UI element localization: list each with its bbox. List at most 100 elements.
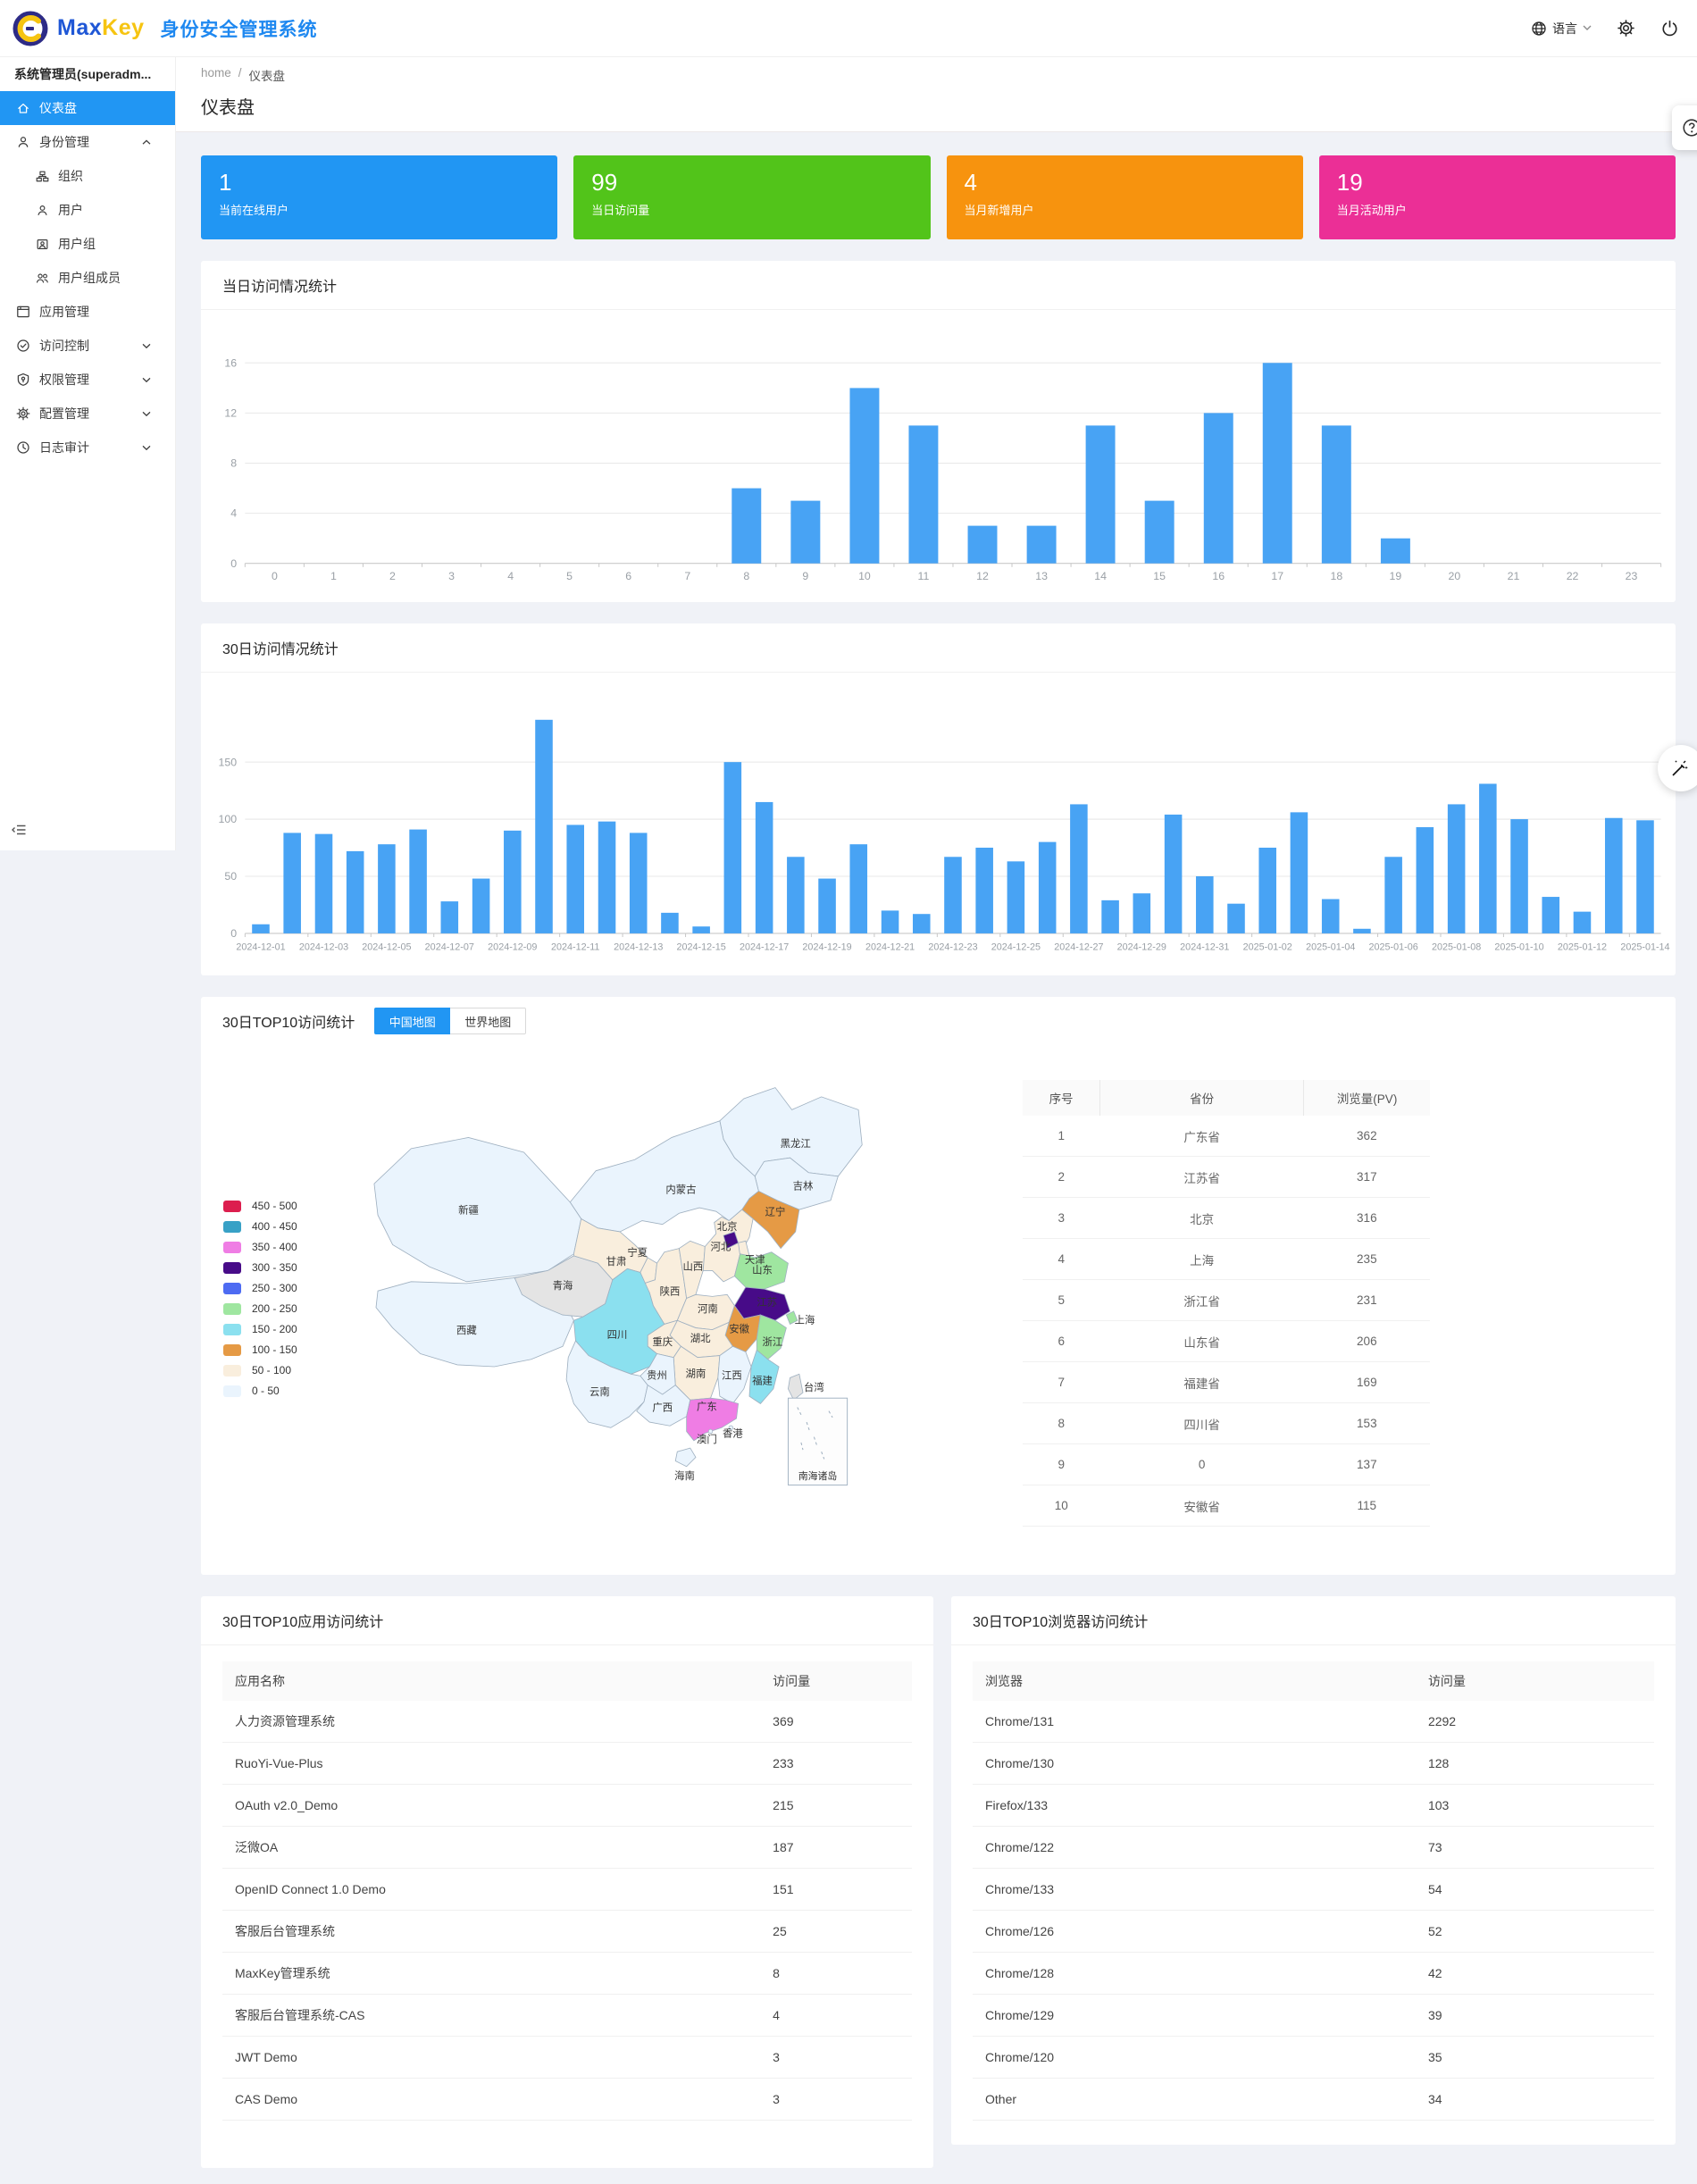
svg-text:2024-12-27: 2024-12-27 — [1054, 941, 1103, 952]
svg-text:江苏: 江苏 — [757, 1297, 777, 1309]
monthly-visits-card: 30日访问情况统计 0501001502024-12-012024-12-032… — [201, 623, 1676, 975]
sidebar-item-label: 仪表盘 — [39, 99, 77, 117]
table-cell: Chrome/126 — [973, 1911, 1416, 1953]
legend-item[interactable]: 100 - 150 — [223, 1340, 297, 1360]
table-row: Chrome/130128 — [973, 1743, 1654, 1785]
svg-text:宁夏: 宁夏 — [627, 1246, 648, 1259]
svg-text:山东: 山东 — [752, 1264, 773, 1276]
sidebar-item-org[interactable]: 组织 — [0, 159, 175, 193]
sidebar-item-users[interactable]: 用户 — [0, 193, 175, 227]
svg-text:2025-01-02: 2025-01-02 — [1243, 941, 1292, 952]
sidebar-item-user-group[interactable]: 用户组 — [0, 227, 175, 261]
table-row: 泛微OA187 — [222, 1827, 912, 1869]
svg-text:陕西: 陕西 — [660, 1284, 681, 1297]
legend-item[interactable]: 450 - 500 — [223, 1196, 297, 1217]
brand-name: MaxKey — [57, 15, 145, 41]
table-row: 6山东省206 — [1023, 1321, 1430, 1362]
svg-text:19: 19 — [1390, 570, 1402, 582]
page-title: 仪表盘 — [201, 93, 1697, 119]
sidebar-menu: 仪表盘身份管理组织用户用户组用户组成员应用管理访问控制权限管理配置管理日志审计 — [0, 91, 175, 464]
table-cell: JWT Demo — [222, 2037, 760, 2079]
tab-world-map[interactable]: 世界地图 — [450, 1008, 526, 1034]
legend-item[interactable]: 300 - 350 — [223, 1258, 297, 1278]
breadcrumb-home[interactable]: home — [201, 66, 231, 84]
settings-icon — [16, 406, 30, 421]
stat-label: 当月活动用户 — [1337, 201, 1658, 218]
legend-item[interactable]: 350 - 400 — [223, 1237, 297, 1258]
page-header: home / 仪表盘 仪表盘 — [176, 57, 1697, 132]
sidebar-item-audit[interactable]: 日志审计 — [0, 431, 175, 464]
table-cell: 8 — [1023, 1403, 1100, 1444]
svg-text:13: 13 — [1035, 570, 1048, 582]
sidebar-item-access[interactable]: 访问控制 — [0, 329, 175, 363]
sidebar-item-group-members[interactable]: 用户组成员 — [0, 261, 175, 295]
svg-text:2024-12-13: 2024-12-13 — [614, 941, 663, 952]
table-cell: 2292 — [1416, 1701, 1654, 1743]
legend-item[interactable]: 50 - 100 — [223, 1360, 297, 1381]
table-row: 7福建省169 — [1023, 1362, 1430, 1403]
table-row: Chrome/12035 — [973, 2037, 1654, 2079]
table-row: Chrome/12273 — [973, 1827, 1654, 1869]
sidebar-item-config[interactable]: 配置管理 — [0, 397, 175, 431]
maxkey-logo-icon — [13, 11, 48, 46]
help-floating-button[interactable] — [1672, 105, 1697, 150]
sidebar-item-label: 访问控制 — [39, 337, 89, 355]
table-cell: 25 — [760, 1911, 912, 1953]
svg-text:2: 2 — [389, 570, 396, 582]
table-cell: 江苏省 — [1100, 1157, 1304, 1198]
legend-item[interactable]: 250 - 300 — [223, 1278, 297, 1299]
table-row: 10安徽省115 — [1023, 1485, 1430, 1527]
table-cell: 169 — [1304, 1362, 1430, 1403]
screenshot-tool-button[interactable] — [1658, 745, 1697, 791]
legend-item[interactable]: 400 - 450 — [223, 1217, 297, 1237]
table-cell: 人力资源管理系统 — [222, 1701, 760, 1743]
table-cell: 1 — [1023, 1116, 1100, 1157]
logout-button[interactable] — [1660, 19, 1679, 38]
svg-text:20: 20 — [1449, 570, 1461, 582]
language-switcher[interactable]: 语言 — [1531, 20, 1592, 38]
table-cell: 206 — [1304, 1321, 1430, 1362]
china-map: 南海诸岛黑龙江吉林辽宁内蒙古新疆西藏青海甘肃宁夏陕西山西河北北京天津山东河南江苏… — [357, 1073, 875, 1504]
table-cell: 42 — [1416, 1953, 1654, 1995]
legend-item[interactable]: 200 - 250 — [223, 1299, 297, 1319]
svg-text:0: 0 — [272, 570, 278, 582]
svg-text:8: 8 — [230, 457, 237, 470]
sidebar-fold-button[interactable] — [11, 823, 27, 841]
table-cell: 0 — [1100, 1444, 1304, 1485]
svg-text:江西: 江西 — [722, 1369, 742, 1381]
table-cell: 151 — [760, 1869, 912, 1911]
legend-label: 50 - 100 — [252, 1364, 291, 1377]
top10-apps-title: 30日TOP10应用访问统计 — [201, 1596, 933, 1645]
legend-item[interactable]: 150 - 200 — [223, 1319, 297, 1340]
svg-text:新疆: 新疆 — [458, 1203, 479, 1216]
sidebar: 系统管理员(superadm... 仪表盘身份管理组织用户用户组用户组成员应用管… — [0, 57, 176, 850]
legend-swatch — [223, 1283, 241, 1294]
svg-text:台湾: 台湾 — [804, 1381, 824, 1393]
svg-text:云南: 云南 — [589, 1385, 610, 1398]
svg-text:四川: 四川 — [607, 1330, 628, 1341]
legend-item[interactable]: 0 - 50 — [223, 1381, 297, 1402]
svg-text:150: 150 — [218, 756, 237, 768]
svg-text:12: 12 — [976, 570, 989, 582]
sidebar-item-permission[interactable]: 权限管理 — [0, 363, 175, 397]
sidebar-item-identity[interactable]: 身份管理 — [0, 125, 175, 159]
svg-text:5: 5 — [566, 570, 573, 582]
sidebar-item-label: 应用管理 — [39, 303, 89, 321]
column-header: 序号 — [1023, 1080, 1100, 1116]
legend-label: 400 - 450 — [252, 1220, 297, 1233]
svg-text:湖北: 湖北 — [690, 1332, 711, 1344]
svg-text:内蒙古: 内蒙古 — [665, 1183, 696, 1195]
table-cell: 5 — [1023, 1280, 1100, 1321]
tab-china-map[interactable]: 中国地图 — [374, 1008, 450, 1034]
svg-text:西藏: 西藏 — [456, 1325, 477, 1336]
sidebar-item-dashboard[interactable]: 仪表盘 — [0, 91, 175, 125]
svg-text:2024-12-11: 2024-12-11 — [551, 941, 599, 952]
settings-button[interactable] — [1617, 19, 1635, 38]
sidebar-item-label: 配置管理 — [39, 405, 89, 423]
table-cell: OAuth v2.0_Demo — [222, 1785, 760, 1827]
chevron-down-icon — [1583, 25, 1592, 31]
table-cell: 103 — [1416, 1785, 1654, 1827]
table-cell: 7 — [1023, 1362, 1100, 1403]
column-header: 访问量 — [1416, 1661, 1654, 1701]
sidebar-item-apps[interactable]: 应用管理 — [0, 295, 175, 329]
